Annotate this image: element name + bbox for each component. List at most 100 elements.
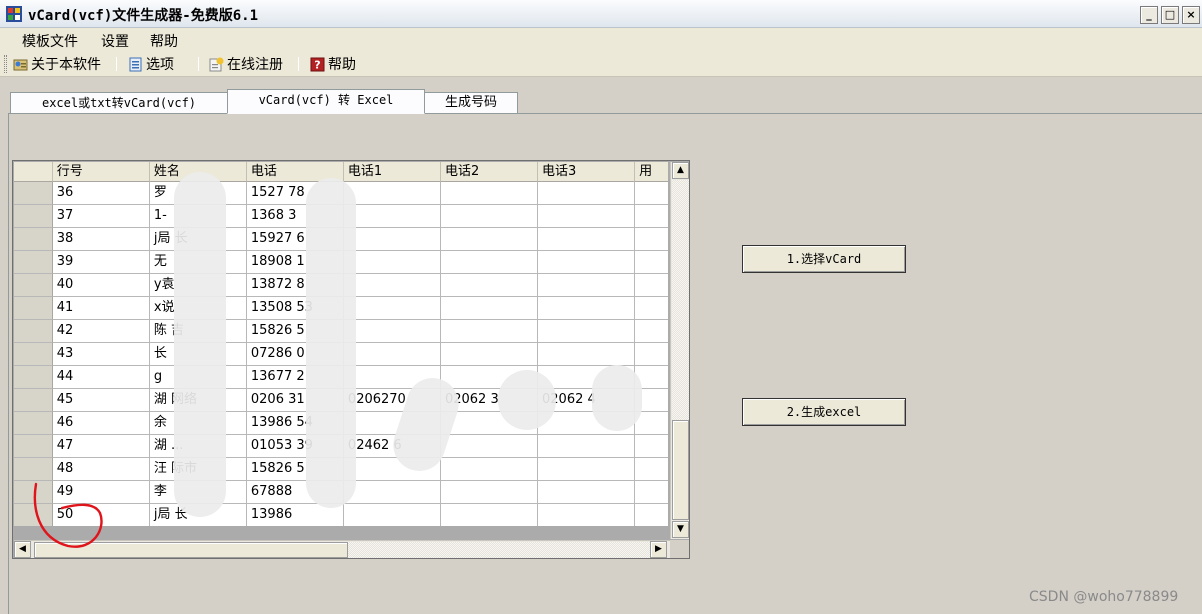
row-number-cell[interactable]: 40: [52, 274, 150, 297]
phone2-cell[interactable]: [440, 343, 539, 366]
toolbar-grip[interactable]: [4, 55, 7, 73]
row-number-cell[interactable]: 41: [52, 297, 150, 320]
phone2-cell[interactable]: [440, 274, 539, 297]
phone3-cell[interactable]: [538, 228, 636, 251]
extra-cell[interactable]: [635, 182, 668, 205]
options-button[interactable]: 选项: [128, 54, 174, 74]
scroll-track[interactable]: [348, 542, 650, 558]
phone2-cell[interactable]: [440, 205, 539, 228]
tab-vcard-to-excel[interactable]: vCard(vcf) 转 Excel: [227, 89, 425, 114]
column-header[interactable]: 行号: [52, 162, 150, 182]
row-number-cell[interactable]: 37: [52, 205, 150, 228]
row-number-cell[interactable]: 39: [52, 251, 150, 274]
row-selector[interactable]: [14, 343, 53, 366]
row-number-cell[interactable]: 36: [52, 182, 150, 205]
phone3-cell[interactable]: [538, 343, 636, 366]
extra-cell[interactable]: [635, 297, 668, 320]
row-number-cell[interactable]: 42: [52, 320, 150, 343]
data-grid[interactable]: 行号 姓名 电话 电话1 电话2 电话3 用 36 罗 1527 78 37 1- 136…: [12, 160, 690, 559]
register-button[interactable]: 在线注册: [209, 54, 283, 74]
minimize-button[interactable]: _: [1140, 6, 1158, 24]
extra-cell[interactable]: [635, 458, 668, 481]
phone1-cell[interactable]: [343, 274, 441, 297]
row-selector[interactable]: [14, 182, 53, 205]
extra-cell[interactable]: [635, 481, 668, 504]
phone3-cell[interactable]: [538, 182, 636, 205]
row-number-cell[interactable]: 43: [52, 343, 150, 366]
phone1-cell[interactable]: [343, 251, 441, 274]
extra-cell[interactable]: [635, 343, 668, 366]
phone1-cell[interactable]: [343, 228, 441, 251]
horizontal-scrollbar[interactable]: ◀ ▶: [14, 540, 670, 558]
phone3-cell[interactable]: [538, 481, 636, 504]
row-selector[interactable]: [14, 205, 53, 228]
table-row[interactable]: 50 j局 长 13986: [14, 504, 668, 526]
phone2-cell[interactable]: [440, 481, 539, 504]
phone1-cell[interactable]: [344, 504, 441, 526]
phone3-cell[interactable]: [538, 205, 636, 228]
row-number-cell[interactable]: 47: [52, 435, 150, 458]
phone3-cell[interactable]: [538, 458, 636, 481]
phone2-cell[interactable]: [440, 251, 539, 274]
row-selector[interactable]: [14, 412, 53, 435]
help-button[interactable]: ? 帮助: [310, 54, 356, 74]
row-number-cell[interactable]: 45: [52, 389, 150, 412]
extra-cell[interactable]: [635, 320, 668, 343]
menu-help[interactable]: 帮助: [150, 31, 178, 51]
phone1-cell[interactable]: [343, 297, 441, 320]
extra-cell[interactable]: [635, 251, 668, 274]
phone2-cell[interactable]: [441, 504, 539, 526]
scroll-up-button[interactable]: ▲: [672, 162, 689, 179]
maximize-button[interactable]: □: [1161, 6, 1179, 24]
phone2-cell[interactable]: [440, 228, 539, 251]
row-selector[interactable]: [14, 297, 53, 320]
phone2-cell[interactable]: [440, 182, 539, 205]
about-button[interactable]: 关于本软件: [13, 54, 101, 74]
phone3-cell[interactable]: [538, 435, 636, 458]
row-selector[interactable]: [14, 366, 53, 389]
extra-cell[interactable]: [635, 435, 668, 458]
scroll-right-button[interactable]: ▶: [650, 541, 667, 558]
scroll-down-button[interactable]: ▼: [672, 521, 689, 538]
tab-excel-to-vcard[interactable]: excel或txt转vCard(vcf): [10, 92, 228, 113]
column-header[interactable]: 用: [635, 162, 668, 182]
close-button[interactable]: ×: [1182, 6, 1200, 24]
phone3-cell[interactable]: [538, 297, 636, 320]
row-selector[interactable]: [14, 435, 53, 458]
generate-excel-button[interactable]: 2.生成excel: [742, 398, 906, 426]
select-vcard-button[interactable]: 1.选择vCard: [742, 245, 906, 273]
phone1-cell[interactable]: [343, 320, 441, 343]
phone2-cell[interactable]: [440, 458, 539, 481]
menu-settings[interactable]: 设置: [101, 31, 129, 51]
extra-cell[interactable]: [635, 274, 668, 297]
scroll-track[interactable]: [672, 180, 689, 420]
extra-cell[interactable]: [635, 205, 668, 228]
row-number-cell[interactable]: 38: [52, 228, 150, 251]
phone2-cell[interactable]: [440, 435, 539, 458]
menu-template-file[interactable]: 模板文件: [22, 31, 78, 51]
phone3-cell[interactable]: [538, 504, 636, 526]
row-selector[interactable]: [14, 228, 53, 251]
row-header-corner[interactable]: [14, 162, 53, 182]
phone3-cell[interactable]: [538, 320, 636, 343]
row-selector[interactable]: [14, 389, 53, 412]
row-selector[interactable]: [14, 320, 53, 343]
phone1-cell[interactable]: [343, 343, 441, 366]
tab-generate-numbers[interactable]: 生成号码: [424, 92, 518, 113]
extra-cell[interactable]: [635, 228, 668, 251]
row-number-cell[interactable]: 44: [52, 366, 150, 389]
scroll-thumb[interactable]: [672, 420, 689, 520]
phone3-cell[interactable]: [538, 251, 636, 274]
phone1-cell[interactable]: [343, 205, 441, 228]
row-selector[interactable]: [14, 251, 53, 274]
phone2-cell[interactable]: [440, 320, 539, 343]
column-header[interactable]: 电话2: [440, 162, 539, 182]
column-header[interactable]: 电话1: [343, 162, 441, 182]
phone1-cell[interactable]: [343, 182, 441, 205]
row-selector[interactable]: [14, 274, 53, 297]
extra-cell[interactable]: [635, 504, 668, 526]
column-header[interactable]: 电话3: [538, 162, 636, 182]
row-number-cell[interactable]: 46: [52, 412, 150, 435]
vertical-scrollbar[interactable]: ▲ ▼: [670, 162, 689, 539]
phone2-cell[interactable]: [440, 297, 539, 320]
